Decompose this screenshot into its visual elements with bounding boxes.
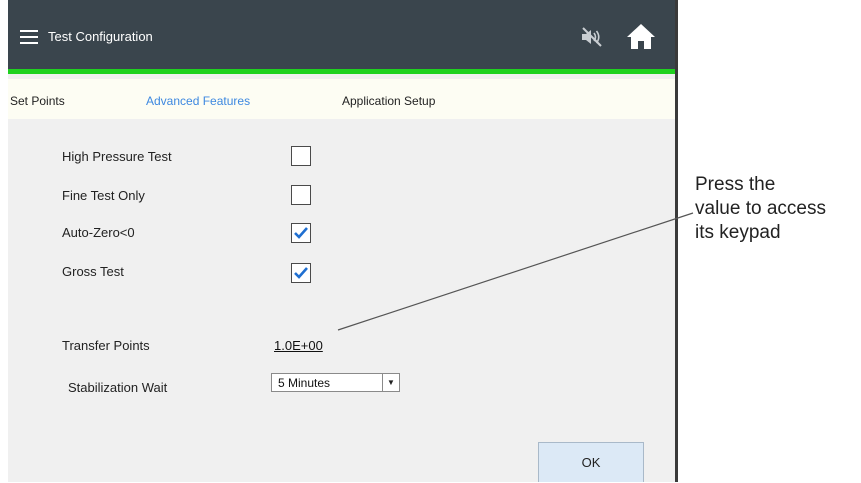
callout-text: Press the value to access its keypad — [695, 173, 826, 245]
callout-line: its keypad — [695, 222, 781, 243]
callout-line: value to access — [695, 198, 826, 219]
callout-line: Press the — [695, 174, 776, 195]
